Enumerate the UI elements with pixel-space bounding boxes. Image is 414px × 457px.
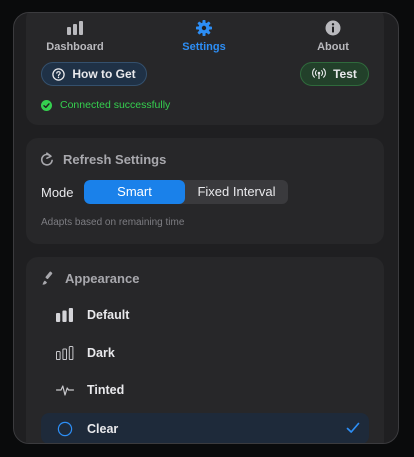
appearance-heading: Appearance <box>41 271 139 286</box>
bar-chart-icon <box>67 21 83 35</box>
gear-icon <box>196 20 212 36</box>
theme-label-default: Default <box>87 308 130 322</box>
test-button[interactable]: Test <box>300 62 369 86</box>
settings-popover: Dashboard Settings About How to Get Test… <box>13 12 399 444</box>
tab-dashboard[interactable]: Dashboard <box>25 19 125 57</box>
waveform-icon <box>53 381 77 399</box>
theme-label-tinted: Tinted <box>87 383 125 397</box>
question-circle-icon <box>52 67 66 81</box>
info-icon <box>325 20 341 36</box>
checkmark-icon <box>346 422 360 433</box>
how-to-get-button[interactable]: How to Get <box>41 62 147 86</box>
theme-label-clear: Clear <box>87 421 119 436</box>
checkmark-circle-icon <box>41 99 52 111</box>
antenna-icon <box>312 68 326 79</box>
tab-dashboard-label: Dashboard <box>46 41 104 53</box>
theme-option-dark[interactable]: Dark <box>41 338 369 368</box>
tab-about[interactable]: About <box>283 19 383 57</box>
tab-settings[interactable]: Settings <box>154 19 254 57</box>
tab-bar: Dashboard Settings About <box>14 13 398 59</box>
tab-about-label: About <box>317 41 349 53</box>
refresh-icon <box>40 152 53 166</box>
test-label: Test <box>333 67 357 81</box>
paintbrush-icon <box>42 271 53 285</box>
theme-label-dark: Dark <box>87 346 115 360</box>
connection-status: Connected successfully <box>41 98 170 112</box>
theme-option-default[interactable]: Default <box>41 300 369 330</box>
theme-option-clear[interactable]: Clear <box>41 413 369 443</box>
mode-option-fixed-interval[interactable]: Fixed Interval <box>185 180 288 204</box>
how-to-get-label: How to Get <box>72 67 136 81</box>
mode-label: Mode <box>41 185 74 200</box>
refresh-settings-heading: Refresh Settings <box>40 152 166 167</box>
mode-hint: Adapts based on remaining time <box>41 217 185 228</box>
bars-outline-icon <box>53 344 77 362</box>
mode-segmented-control: Smart Fixed Interval <box>84 180 288 204</box>
tab-settings-label: Settings <box>182 41 226 53</box>
appearance-title: Appearance <box>65 271 140 286</box>
refresh-settings-title: Refresh Settings <box>63 152 167 167</box>
circle-icon <box>53 420 77 438</box>
bars-filled-icon <box>53 306 77 324</box>
mode-option-smart[interactable]: Smart <box>84 180 185 204</box>
theme-option-tinted[interactable]: Tinted <box>41 375 369 405</box>
connection-status-text: Connected successfully <box>60 99 171 111</box>
